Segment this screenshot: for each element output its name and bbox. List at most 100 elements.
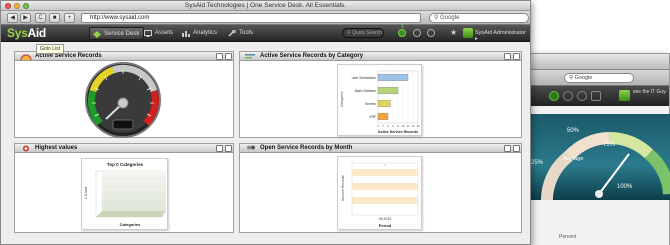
stop-button[interactable]: ■ bbox=[49, 13, 60, 23]
back-search-input[interactable]: ⚲ Google bbox=[564, 73, 634, 83]
category-label: Basic Software bbox=[355, 89, 376, 93]
notification-icon[interactable] bbox=[549, 91, 559, 101]
panel-body: Top 0 Categories # Count Categories bbox=[15, 153, 233, 232]
user-menu[interactable]: SysAid Administrator ▸ bbox=[475, 30, 530, 42]
x-axis-label: Categories bbox=[120, 222, 141, 227]
category-label: Servers bbox=[365, 102, 376, 106]
quick-search-placeholder: Quick Search bbox=[352, 30, 383, 36]
speedometer-gauge bbox=[85, 62, 161, 138]
x-tick-label: 14 bbox=[412, 125, 415, 128]
new-tab-button[interactable]: + bbox=[64, 13, 75, 23]
chart-title: Top 0 Categories bbox=[107, 162, 144, 167]
panel-title: Active Service Records by Category bbox=[260, 53, 364, 59]
notification-badge: 1 bbox=[401, 24, 404, 30]
y-axis-label: # Count bbox=[84, 187, 88, 199]
logo-text-b: Aid bbox=[27, 26, 46, 40]
x-tick-label: 6 bbox=[392, 125, 394, 128]
window-title: SysAid Technologies | One Service Desk. … bbox=[184, 2, 347, 9]
reload-icon: C bbox=[38, 15, 43, 21]
refresh-icon[interactable] bbox=[577, 91, 587, 101]
category-chart-frame: 0 2 4 6 8 10 12 14 16 User Workstation Basic Softw… bbox=[337, 64, 422, 136]
stop-icon: ■ bbox=[52, 15, 57, 21]
back-content: 50% Average 75% 25% 100% Percent bbox=[529, 106, 670, 245]
browser-search-input[interactable]: ⚲ Google bbox=[429, 13, 529, 23]
top-categories-chart: Top 0 Categories # Count Categories bbox=[84, 162, 166, 227]
browser-toolbar: ◀ ▶ C ■ + http://www.sysaid.com ⚲ Google bbox=[1, 11, 530, 25]
back-arrow-icon: ◀ bbox=[10, 15, 15, 21]
search-placeholder: Google bbox=[440, 15, 460, 21]
gauge-label-75: 75% bbox=[603, 142, 616, 148]
back-search-placeholder: Google bbox=[574, 75, 593, 81]
bar-chart-icon bbox=[245, 54, 255, 59]
close-panel-button[interactable] bbox=[513, 53, 520, 60]
back-titlebar bbox=[529, 54, 669, 70]
panel-title: Highest values bbox=[35, 145, 78, 151]
panel-header: Open Service Records by Month bbox=[240, 144, 521, 153]
service-desk-icon bbox=[93, 31, 101, 38]
settings-gear-icon[interactable] bbox=[427, 29, 435, 37]
titlebar: SysAid Technologies | One Service Desk. … bbox=[1, 1, 530, 11]
category-label: User Workstation bbox=[352, 76, 377, 80]
help-icon[interactable] bbox=[413, 29, 421, 37]
minimize-window-icon[interactable] bbox=[14, 3, 20, 9]
bar-user-workstation bbox=[377, 74, 409, 81]
app-header: SysAid Service Desk Assets Analytics Too… bbox=[1, 24, 530, 42]
forward-button[interactable]: ▶ bbox=[20, 13, 31, 23]
x-tick-label: 10 bbox=[402, 125, 405, 128]
bar-basic-software bbox=[377, 87, 399, 94]
panel-highest-values: Highest values Top 0 Categories # Count … bbox=[14, 143, 234, 233]
people-icon bbox=[247, 145, 255, 150]
nav-label: Tools bbox=[239, 30, 254, 36]
address-bar[interactable]: http://www.sysaid.com bbox=[81, 13, 421, 23]
x-tick-label: 2 bbox=[382, 125, 384, 128]
data-point-label: × bbox=[384, 163, 386, 167]
assets-icon bbox=[144, 30, 152, 37]
y-axis-label: Service Records bbox=[341, 175, 345, 201]
logo-text-a: Sys bbox=[7, 26, 28, 40]
back-button[interactable]: ◀ bbox=[7, 13, 18, 23]
nav-assets[interactable]: Assets bbox=[141, 27, 177, 40]
maximize-panel-button[interactable] bbox=[216, 53, 223, 60]
close-window-icon[interactable] bbox=[5, 3, 11, 9]
avatar bbox=[463, 28, 473, 38]
browser-window: SysAid Technologies | One Service Desk. … bbox=[0, 0, 531, 245]
x-tick-label: 16 bbox=[417, 125, 420, 128]
x-tick-label: 8 bbox=[397, 125, 399, 128]
panel-records-by-category: Active Service Records by Category 02468… bbox=[239, 51, 522, 138]
sysaid-logo[interactable]: SysAid bbox=[7, 26, 46, 40]
url-text: http://www.sysaid.com bbox=[90, 15, 150, 21]
gauge-label-average: Average bbox=[563, 156, 583, 162]
close-panel-button[interactable] bbox=[225, 145, 232, 152]
plus-icon: + bbox=[67, 15, 72, 21]
close-panel-button[interactable] bbox=[513, 145, 520, 152]
bar-erp bbox=[377, 113, 389, 120]
trophy-icon bbox=[23, 145, 29, 152]
back-user-label[interactable]: see the IT Guy bbox=[633, 89, 667, 95]
nav-label: Analytics bbox=[193, 30, 218, 36]
x-tick-label: 0 bbox=[377, 125, 379, 128]
gauge-label-25: 25% bbox=[531, 160, 544, 166]
nav-tools[interactable]: Tools bbox=[225, 27, 257, 40]
panel-header: Highest values bbox=[15, 144, 233, 153]
close-panel-button[interactable] bbox=[225, 53, 232, 60]
maximize-panel-button[interactable] bbox=[216, 145, 223, 152]
nav-analytics[interactable]: Analytics bbox=[179, 27, 221, 40]
star-icon[interactable]: ★ bbox=[450, 28, 457, 37]
back-gauge-chart: 50% Average 75% 25% 100% bbox=[531, 128, 670, 205]
background-browser-window: ⚲ Google see the IT Guy 50% Average 75% … bbox=[528, 53, 670, 245]
month-chart-frame: × 05 2013 Period Service Records bbox=[337, 156, 422, 230]
maximize-panel-button[interactable] bbox=[504, 53, 511, 60]
panel-header: Active Service Records by Category bbox=[240, 52, 521, 61]
nav-service-desk[interactable]: Service Desk bbox=[89, 27, 145, 40]
maximize-panel-button[interactable] bbox=[504, 145, 511, 152]
reload-button[interactable]: C bbox=[35, 13, 46, 23]
gauge-icon bbox=[20, 54, 32, 60]
y-axis-label: Categories bbox=[340, 91, 344, 107]
x-axis-label: Period bbox=[379, 223, 392, 228]
zoom-window-icon[interactable] bbox=[23, 3, 29, 9]
quick-search-input[interactable]: ⚲ Quick Search bbox=[342, 28, 384, 38]
lock-icon[interactable] bbox=[591, 91, 601, 101]
notification-icon[interactable] bbox=[398, 29, 406, 37]
x-axis-label: Active Service Records bbox=[378, 130, 418, 134]
help-icon[interactable] bbox=[563, 91, 573, 101]
